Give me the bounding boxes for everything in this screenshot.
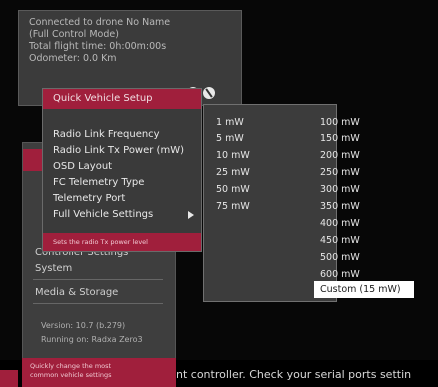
menu-item-osd-layout[interactable]: OSD Layout [53,161,112,172]
status-accent [0,370,18,387]
power-option[interactable]: 50 mW [216,184,250,195]
control-mode: (Full Control Mode) [29,29,119,40]
power-option[interactable]: 75 mW [216,201,250,212]
menu-divider [33,303,163,304]
power-option[interactable]: 100 mW [320,117,360,128]
menu-item-radio-tx-power[interactable]: Radio Link Tx Power (mW) [53,145,184,156]
chevron-right-icon [188,211,194,219]
power-option[interactable]: 600 mW [320,269,360,280]
quick-vehicle-setup-header[interactable]: Quick Vehicle Setup [43,89,201,109]
tx-power-menu: 1 mW 5 mW 10 mW 25 mW 50 mW 75 mW 100 mW… [203,104,360,302]
platform-text: Running on: Radxa Zero3 [41,335,143,344]
full-vehicle-settings-label: Full Vehicle Settings [53,209,154,220]
power-option[interactable]: 300 mW [320,184,360,195]
connection-status: Connected to drone No Name [29,17,171,28]
menu-item-full-vehicle-settings[interactable]: Full Vehicle Settings [53,209,199,220]
power-option[interactable]: 5 mW [216,133,244,144]
power-option[interactable]: 150 mW [320,133,360,144]
flight-time: Total flight time: 0h:00m:00s [29,41,167,52]
power-option[interactable]: 200 mW [320,150,360,161]
power-option-selected[interactable]: Custom (15 mW) [314,281,414,298]
power-option[interactable]: 500 mW [320,252,360,263]
menu-item-radio-link-frequency[interactable]: Radio Link Frequency [53,129,160,140]
power-option[interactable]: 10 mW [216,150,250,161]
power-option[interactable]: 25 mW [216,167,250,178]
menu-divider [33,279,163,280]
power-option[interactable]: 250 mW [320,167,360,178]
quick-vehicle-setup-menu: Quick Vehicle Setup Radio Link Frequency… [42,88,202,252]
power-option[interactable]: 400 mW [320,218,360,229]
serial-port-warning: nt controller. Check your serial ports s… [176,368,412,381]
disabled-icon [203,87,215,99]
power-option[interactable]: 350 mW [320,201,360,212]
odometer: Odometer: 0.0 Km [29,53,117,64]
menu-item-system[interactable]: System [35,263,72,274]
menu-item-fc-telemetry-type[interactable]: FC Telemetry Type [53,177,144,188]
main-menu-hint-text: Quickly change the most common vehicle s… [30,362,112,379]
version-text: Version: 10.7 (b.279) [41,321,126,330]
power-option[interactable]: 450 mW [320,235,360,246]
menu-item-telemetry-port[interactable]: Telemetry Port [53,193,125,204]
power-option[interactable]: 1 mW [216,117,244,128]
menu-hint: Sets the radio Tx power level [43,233,201,251]
menu-item-media-storage[interactable]: Media & Storage [35,287,118,298]
